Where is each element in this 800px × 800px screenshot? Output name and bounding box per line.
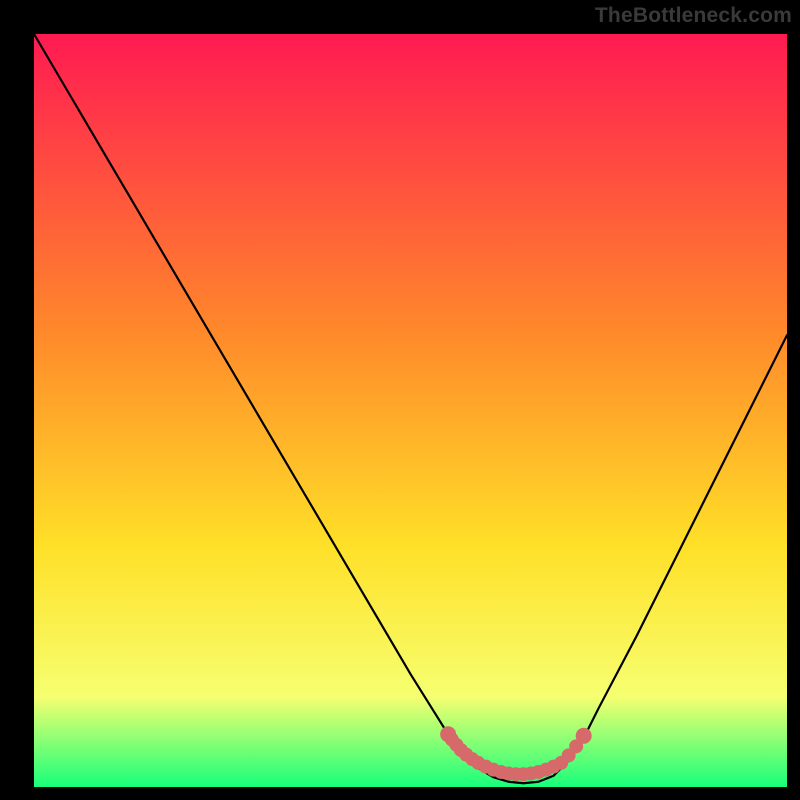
chart-container: { "watermark": "TheBottleneck.com", "col… [0,0,800,800]
watermark-text: TheBottleneck.com [595,4,792,28]
highlight-marker [576,728,592,744]
bottleneck-chart [34,34,787,787]
